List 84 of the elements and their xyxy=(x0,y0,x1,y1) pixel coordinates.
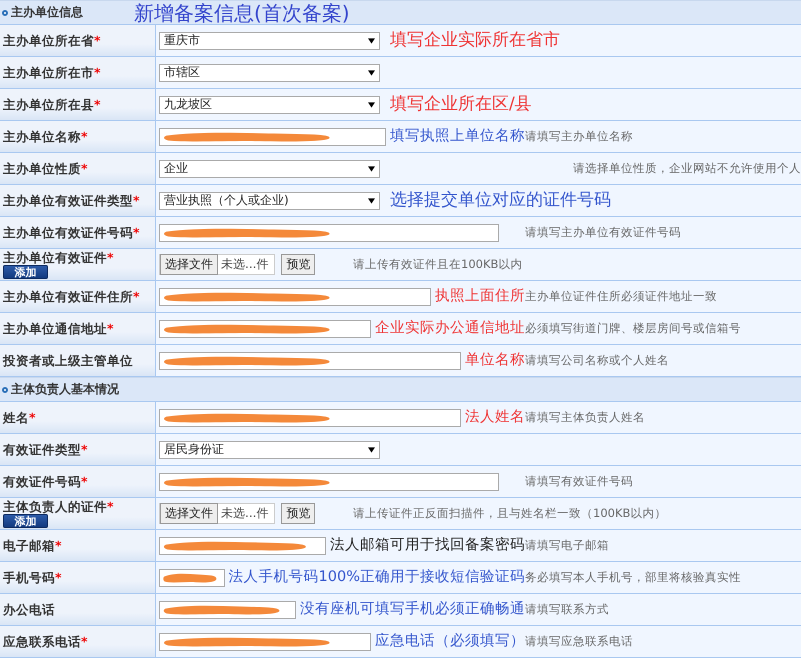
hint-text: 请上传有效证件且在100KB以内 xyxy=(353,257,522,272)
preview-button[interactable]: 预览 xyxy=(281,503,316,524)
redaction-mark xyxy=(163,570,218,584)
field-label: 手机号码* xyxy=(3,570,63,585)
input-field[interactable] xyxy=(159,568,225,586)
annotation-text: 单位名称 xyxy=(465,352,525,368)
field-label: 主办单位性质* xyxy=(3,161,89,176)
input-field[interactable] xyxy=(159,288,431,306)
file-picker[interactable]: 选择文件 未选...件 xyxy=(159,503,276,524)
input-field[interactable] xyxy=(159,600,296,618)
add-button[interactable]: 添加 xyxy=(3,265,48,279)
annotation-text: 法人手机号码100%正确用于接收短信验证码 xyxy=(228,570,525,586)
preview-button[interactable]: 预览 xyxy=(281,254,316,275)
hint-text: 请填写联系方式 xyxy=(525,602,609,617)
caret-icon xyxy=(368,102,375,108)
select-field[interactable]: 居民身份证 xyxy=(159,440,380,458)
field-label: 有效证件类型* xyxy=(3,442,89,457)
choose-file-button[interactable]: 选择文件 xyxy=(160,503,218,524)
select-field[interactable]: 营业执照（个人或企业) xyxy=(159,192,380,210)
file-name: 未选...件 xyxy=(220,505,270,522)
hint-text: 请上传证件正反面扫描件，且与姓名栏一致（100KB以内） xyxy=(353,506,666,521)
annotation-text: 填写企业所在区/县 xyxy=(390,95,532,114)
section-title: 主办单位信息 xyxy=(11,4,83,21)
caret-icon xyxy=(368,38,375,44)
hint-text: 必须填写街道门牌、楼层房间号或信箱号 xyxy=(525,321,741,336)
choose-file-button[interactable]: 选择文件 xyxy=(160,254,218,275)
hint-text: 务必填写本人手机号，部里将核验真实性 xyxy=(525,570,741,585)
annotation-text: 选择提交单位对应的证件号码 xyxy=(390,191,611,210)
input-field[interactable] xyxy=(159,632,371,650)
hint-text: 请填写公司名称或个人姓名 xyxy=(525,353,669,368)
caret-icon xyxy=(368,198,375,204)
caret-icon xyxy=(368,70,375,76)
bullet-icon xyxy=(2,10,8,16)
section-title: 主体负责人基本情况 xyxy=(11,381,119,398)
field-label: 主办单位有效证件* xyxy=(3,250,115,265)
annotation-text: 没有座机可填写手机必须正确畅通 xyxy=(300,602,525,618)
annotation-text: 新增备案信息(首次备案) xyxy=(134,2,350,22)
select-field[interactable]: 九龙坡区 xyxy=(159,96,380,114)
field-label: 办公电话 xyxy=(3,602,56,617)
field-label: 主办单位有效证件号码* xyxy=(3,225,141,240)
field-label: 有效证件号码* xyxy=(3,474,89,489)
field-label: 姓名* xyxy=(3,410,37,425)
hint-text: 请填写主办单位有效证件号码 xyxy=(525,225,681,240)
hint-text: 请填写主办单位名称 xyxy=(525,129,633,144)
hint-text: 请选择单位性质，企业网站不允许使用个人 xyxy=(573,161,801,176)
annotation-text: 执照上面住所 xyxy=(435,288,525,304)
field-label: 主办单位有效证件住所* xyxy=(3,289,141,304)
file-name: 未选...件 xyxy=(220,256,270,273)
field-label: 主体负责人的证件* xyxy=(3,499,115,514)
input-field[interactable] xyxy=(159,408,461,426)
field-label: 主办单位所在县* xyxy=(3,97,102,112)
select-field[interactable]: 企业 xyxy=(159,160,380,178)
select-field[interactable]: 市辖区 xyxy=(159,64,380,82)
input-field[interactable] xyxy=(159,224,499,242)
annotation-text: 填写执照上单位名称 xyxy=(390,128,525,144)
field-label: 应急联系电话* xyxy=(3,634,89,649)
input-field[interactable] xyxy=(159,352,461,370)
caret-icon xyxy=(368,446,375,452)
hint-text: 请填写应急联系电话 xyxy=(525,634,633,649)
file-picker[interactable]: 选择文件 未选...件 xyxy=(159,254,276,275)
annotation-text: 填写企业实际所在省市 xyxy=(390,31,560,50)
caret-icon xyxy=(368,166,375,172)
hint-text: 请填写电子邮箱 xyxy=(525,538,609,553)
field-label: 主办单位有效证件类型* xyxy=(3,193,141,208)
input-field[interactable] xyxy=(159,320,371,338)
annotation-text: 法人姓名 xyxy=(465,410,525,426)
annotation-text: 法人邮箱可用于找回备案密码 xyxy=(330,538,525,554)
input-field[interactable] xyxy=(159,128,386,146)
bullet-icon xyxy=(2,386,8,392)
field-label: 主办单位通信地址* xyxy=(3,321,115,336)
annotation-text: 应急电话（必须填写） xyxy=(375,634,525,650)
field-label: 主办单位所在市* xyxy=(3,65,102,80)
field-label: 主办单位所在省* xyxy=(3,33,102,48)
hint-text: 主办单位证件住所必须证件地址一致 xyxy=(525,289,717,304)
input-field[interactable] xyxy=(159,536,326,554)
field-label: 电子邮箱* xyxy=(3,538,63,553)
field-label: 主办单位名称* xyxy=(3,129,89,144)
field-label: 投资者或上级主管单位 xyxy=(3,353,134,368)
select-field[interactable]: 重庆市 xyxy=(159,32,380,50)
hint-text: 请填写主体负责人姓名 xyxy=(525,410,645,425)
add-button[interactable]: 添加 xyxy=(3,514,48,528)
hint-text: 请填写有效证件号码 xyxy=(525,474,633,489)
input-field[interactable] xyxy=(159,472,499,490)
annotation-text: 企业实际办公通信地址 xyxy=(375,320,525,336)
